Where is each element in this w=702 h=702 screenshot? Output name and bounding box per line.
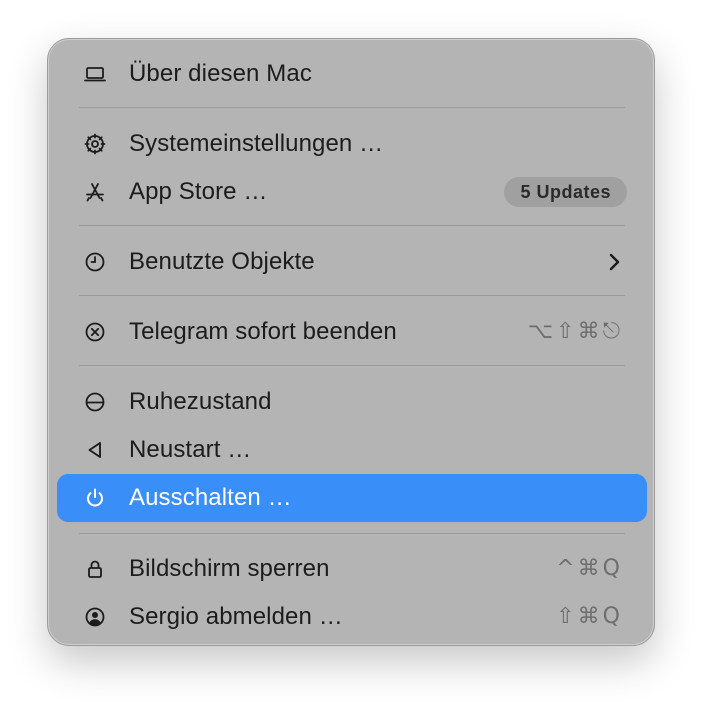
- menu-separator: [79, 365, 625, 366]
- menu-item-label: Systemeinstellungen …: [129, 130, 384, 157]
- menu-separator: [79, 533, 625, 534]
- menu-item-lock-screen[interactable]: Bildschirm sperren ^⌘Q: [57, 545, 647, 593]
- laptop-icon: [83, 62, 107, 86]
- app-store-icon: [83, 180, 107, 204]
- menu-item-label: App Store …: [129, 178, 268, 205]
- menu-item-label: Über diesen Mac: [129, 60, 312, 87]
- menu-separator: [79, 295, 625, 296]
- keyboard-shortcut: ⇧⌘Q: [556, 604, 623, 629]
- clock-icon: [83, 250, 107, 274]
- chevron-right-icon: [603, 251, 625, 273]
- menu-item-log-out[interactable]: Sergio abmelden … ⇧⌘Q: [57, 593, 647, 641]
- menu-separator: [79, 107, 625, 108]
- menu-item-label: Ruhezustand: [129, 388, 272, 415]
- menu-item-sleep[interactable]: Ruhezustand: [57, 378, 647, 426]
- apple-menu: Über diesen Mac Systemeinstellungen … Ap…: [47, 38, 655, 646]
- menu-separator: [79, 225, 625, 226]
- menu-item-label: Ausschalten …: [129, 484, 292, 511]
- sleep-icon: [83, 390, 107, 414]
- keyboard-shortcut: ⌥⇧⌘⎋: [527, 319, 623, 344]
- menu-item-system-settings[interactable]: Systemeinstellungen …: [57, 120, 647, 168]
- menu-item-restart[interactable]: Neustart …: [57, 426, 647, 474]
- gear-icon: [83, 132, 107, 156]
- restart-icon: [83, 438, 107, 462]
- menu-item-label: Benutzte Objekte: [129, 248, 315, 275]
- menu-item-force-quit[interactable]: Telegram sofort beenden ⌥⇧⌘⎋: [57, 308, 647, 356]
- menu-item-recent-items[interactable]: Benutzte Objekte: [57, 238, 647, 286]
- menu-item-shut-down[interactable]: Ausschalten …: [57, 474, 647, 522]
- menu-item-label: Neustart …: [129, 436, 252, 463]
- force-quit-icon: [83, 320, 107, 344]
- keyboard-shortcut: ^⌘Q: [556, 556, 623, 581]
- menu-item-about-this-mac[interactable]: Über diesen Mac: [57, 50, 647, 98]
- menu-item-label: Telegram sofort beenden: [129, 318, 397, 345]
- lock-icon: [83, 557, 107, 581]
- menu-item-label: Bildschirm sperren: [129, 555, 330, 582]
- power-icon: [83, 486, 107, 510]
- menu-item-label: Sergio abmelden …: [129, 603, 343, 630]
- updates-badge: 5 Updates: [504, 177, 627, 207]
- user-icon: [83, 605, 107, 629]
- menu-item-app-store[interactable]: App Store … 5 Updates: [57, 168, 647, 216]
